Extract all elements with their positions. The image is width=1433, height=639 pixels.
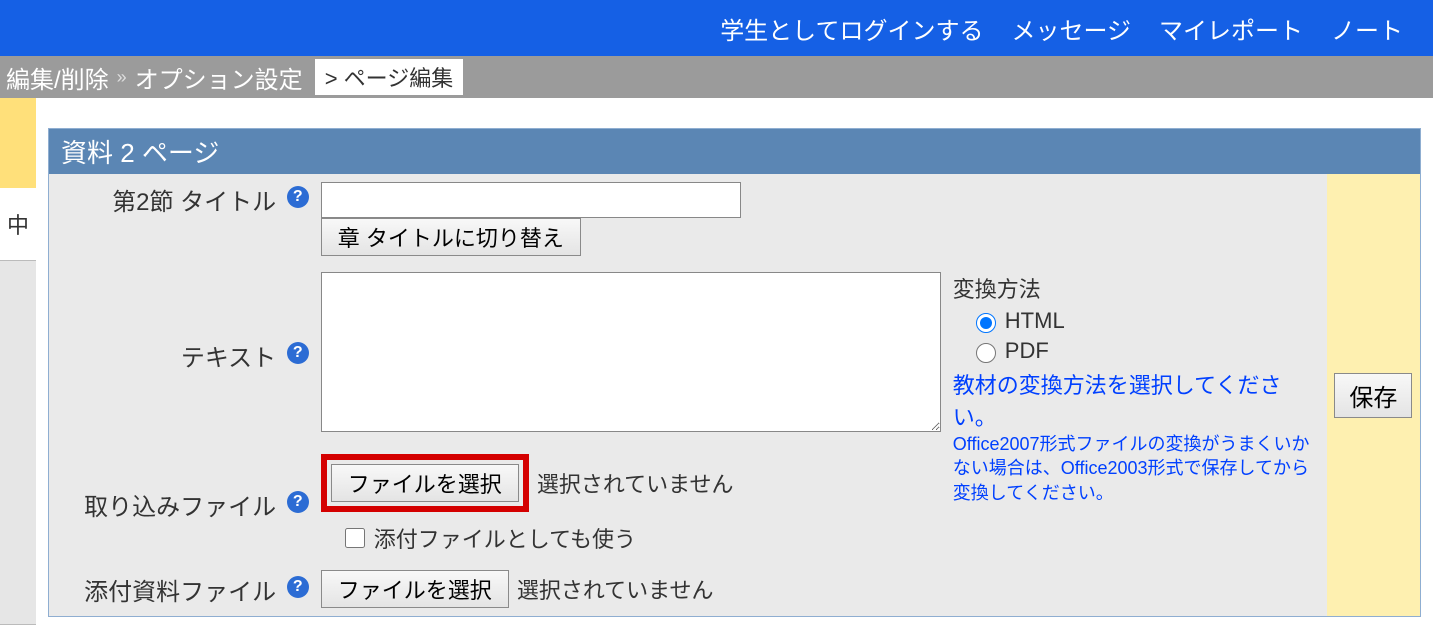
help-icon[interactable]: ? xyxy=(287,491,309,513)
section-title-input[interactable] xyxy=(321,182,741,218)
help-icon[interactable]: ? xyxy=(287,342,309,364)
radio-pdf[interactable] xyxy=(976,343,996,363)
breadcrumb-edit-delete[interactable]: 編集/削除 xyxy=(0,60,115,95)
conversion-note: Office2007形式ファイルの変換がうまくいかない場合は、Office200… xyxy=(953,432,1321,505)
breadcrumb-current: > ページ編集 xyxy=(315,59,464,95)
radio-html-label: HTML xyxy=(1005,308,1065,334)
nav-my-report[interactable]: マイレポート xyxy=(1159,11,1303,46)
conversion-column: 変換方法 HTML PDF 教材の変換方法を選択してください。 Office20… xyxy=(947,264,1327,616)
label-attachment-file: 添付資料ファイル xyxy=(84,579,276,606)
nav-messages[interactable]: メッセージ xyxy=(1011,11,1131,46)
conversion-method-label: 変換方法 xyxy=(953,272,1321,304)
use-as-attachment-checkbox[interactable] xyxy=(345,528,365,548)
label-section-title: 第2節 タイトル xyxy=(112,189,276,216)
panel-title: 資料 2 ページ xyxy=(49,129,1420,174)
attachment-file-status: 選択されていません xyxy=(517,573,714,605)
switch-to-chapter-button[interactable]: 章 タイトルに切り替え xyxy=(321,218,581,256)
breadcrumb-current-label: ページ編集 xyxy=(344,66,454,91)
breadcrumb-current-prefix: > xyxy=(325,66,338,91)
gutter-status: 中 xyxy=(0,188,36,260)
import-file-choose-button[interactable]: ファイルを選択 xyxy=(331,464,519,502)
radio-html[interactable] xyxy=(976,313,996,333)
nav-notes[interactable]: ノート xyxy=(1331,11,1403,46)
nav-login-as-student[interactable]: 学生としてログインする xyxy=(720,11,983,46)
conversion-help-link[interactable]: 教材の変換方法を選択してください。 xyxy=(953,373,1282,430)
use-as-attachment-label: 添付ファイルとしても使う xyxy=(374,522,636,554)
text-input[interactable] xyxy=(321,272,941,432)
breadcrumb-sep-1: » xyxy=(115,67,129,88)
label-text: テキスト xyxy=(181,345,276,372)
form-table: 第2節 タイトル ? 章 タイトルに切り替え テキスト xyxy=(49,174,1327,616)
left-gutter: 中 xyxy=(0,98,36,625)
radio-pdf-label: PDF xyxy=(1005,338,1049,364)
top-nav-bar: 学生としてログインする メッセージ マイレポート ノート xyxy=(0,0,1433,56)
save-column: 保存 xyxy=(1327,174,1420,616)
breadcrumb-option-settings[interactable]: オプション設定 xyxy=(129,60,309,95)
import-file-status: 選択されていません xyxy=(537,467,734,499)
attachment-file-choose-button[interactable]: ファイルを選択 xyxy=(321,570,509,608)
breadcrumb: 編集/削除 » オプション設定 > ページ編集 xyxy=(0,56,1433,98)
help-icon[interactable]: ? xyxy=(287,576,309,598)
gutter-gray xyxy=(0,260,36,625)
gutter-yellow xyxy=(0,98,36,188)
material-panel: 資料 2 ページ 第2節 タイトル ? 章 タイトルに切り替え xyxy=(48,128,1421,617)
save-button[interactable]: 保存 xyxy=(1334,373,1412,418)
import-file-highlight: ファイルを選択 xyxy=(321,454,529,512)
help-icon[interactable]: ? xyxy=(287,186,309,208)
label-import-file: 取り込みファイル xyxy=(84,494,276,521)
